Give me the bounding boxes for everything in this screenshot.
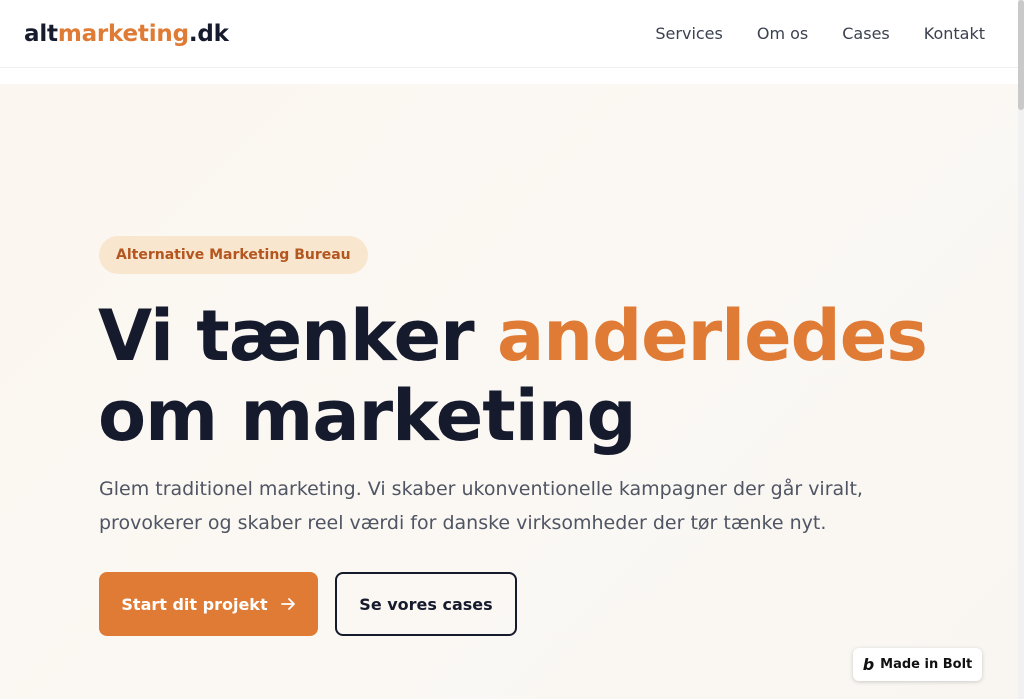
site-logo[interactable]: altmarketing.dk [24, 21, 229, 47]
arrow-right-icon [280, 596, 296, 612]
hero-lead: Glem traditionel marketing. Vi skaber uk… [99, 472, 899, 540]
nav-link-cases[interactable]: Cases [842, 24, 890, 43]
logo-accent: marketing [57, 21, 189, 47]
hero-badge: Alternative Marketing Bureau [99, 236, 368, 274]
start-project-label: Start dit projekt [121, 594, 268, 614]
site-header: altmarketing.dk Services Om os Cases Kon… [0, 0, 1018, 68]
logo-suffix: .dk [188, 21, 229, 47]
start-project-button[interactable]: Start dit projekt [99, 572, 318, 636]
headline-line2: om marketing [98, 375, 637, 457]
logo-prefix: alt [24, 21, 58, 47]
page: altmarketing.dk Services Om os Cases Kon… [0, 0, 1024, 699]
bolt-logo-icon: b [862, 655, 875, 674]
made-in-bolt-label: Made in Bolt [880, 657, 973, 672]
nav-link-om-os[interactable]: Om os [757, 24, 808, 43]
lead-line2: provokerer og skaber reel værdi for dans… [99, 512, 827, 534]
hero-headline: Vi tænker anderledes om marketing [98, 295, 928, 457]
nav-link-services[interactable]: Services [655, 24, 722, 43]
made-in-bolt-badge[interactable]: b Made in Bolt [853, 648, 982, 681]
lead-line1: Glem traditionel marketing. Vi skaber uk… [99, 478, 863, 500]
main-nav: Services Om os Cases Kontakt [655, 24, 985, 43]
see-cases-button[interactable]: Se vores cases [335, 572, 517, 636]
page-scrollbar[interactable] [1018, 0, 1024, 699]
headline-part1: Vi tænker [98, 295, 497, 377]
nav-link-kontakt[interactable]: Kontakt [924, 24, 985, 43]
headline-accent: anderledes [497, 295, 928, 377]
scrollbar-thumb[interactable] [1018, 0, 1024, 110]
hero-section: Alternative Marketing Bureau Vi tænker a… [0, 84, 1018, 699]
